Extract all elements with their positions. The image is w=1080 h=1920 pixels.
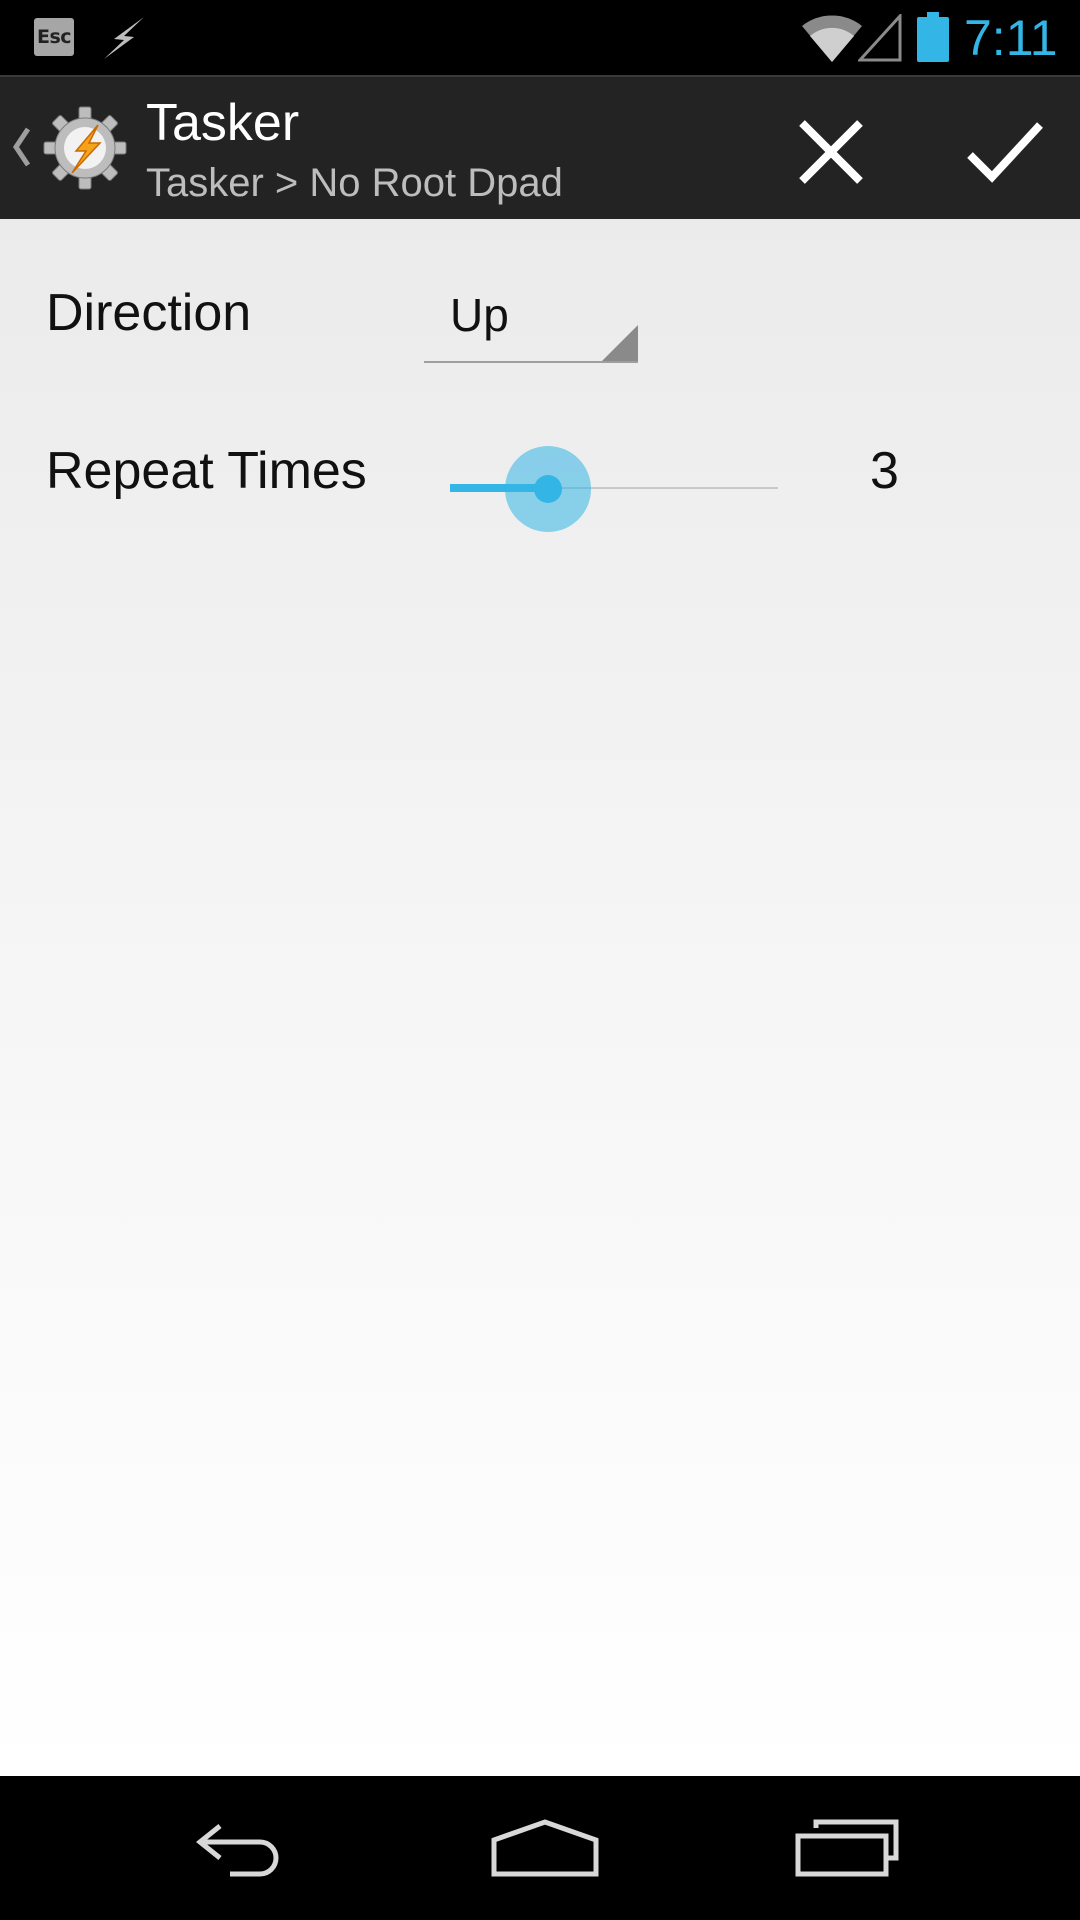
action-bar: Tasker Tasker > No Root Dpad xyxy=(0,75,1080,219)
tasker-gear-bolt-icon[interactable] xyxy=(42,105,128,191)
checkmark-icon xyxy=(967,122,1043,183)
action-bar-subtitle: Tasker > No Root Dpad xyxy=(146,161,563,205)
repeat-times-slider[interactable] xyxy=(450,439,778,539)
slider-thumb[interactable] xyxy=(534,475,562,503)
cell-signal-icon xyxy=(858,14,902,62)
chevron-left-icon[interactable] xyxy=(10,125,32,169)
wifi-icon xyxy=(802,15,862,63)
back-icon xyxy=(195,1824,279,1877)
close-icon xyxy=(799,120,863,184)
dropdown-triangle-icon xyxy=(602,325,638,361)
navigation-bar xyxy=(0,1776,1080,1920)
action-bar-title: Tasker xyxy=(146,94,300,152)
esc-icon: Esc xyxy=(34,18,74,56)
done-button[interactable] xyxy=(940,97,1060,202)
home-icon xyxy=(491,1819,599,1877)
battery-icon xyxy=(917,12,949,62)
recents-icon xyxy=(795,1819,899,1877)
lightning-bolt-icon xyxy=(104,17,144,59)
spinner-underline xyxy=(424,361,638,363)
direction-spinner[interactable]: Up xyxy=(424,285,638,363)
back-button[interactable] xyxy=(170,1796,310,1900)
status-clock: 7:11 xyxy=(964,10,1058,66)
cancel-button[interactable] xyxy=(770,97,885,202)
recents-button[interactable] xyxy=(774,1796,914,1900)
repeat-times-value: 3 xyxy=(870,442,899,500)
action-edit-form: Direction Up Repeat Times 3 xyxy=(0,219,1080,1776)
direction-label: Direction xyxy=(46,284,252,342)
home-button[interactable] xyxy=(470,1796,610,1900)
direction-selected-value: Up xyxy=(450,289,509,341)
repeat-times-label: Repeat Times xyxy=(46,442,367,500)
status-bar: Esc 7:11 xyxy=(0,0,1080,75)
